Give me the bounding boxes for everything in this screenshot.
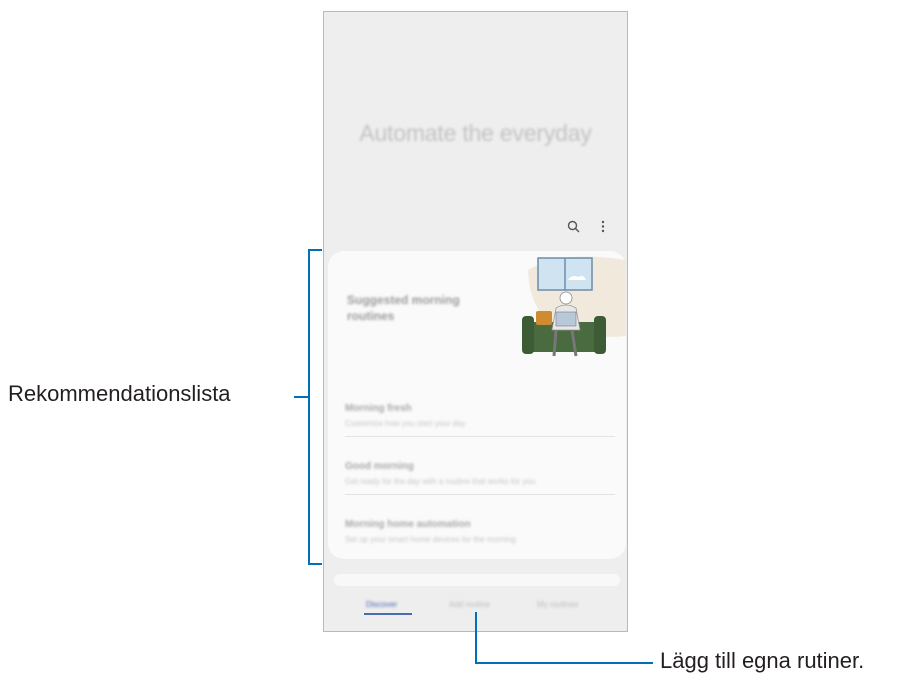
tab-discover[interactable]: Discover [366,600,397,609]
list-item-subtitle: Get ready for the day with a routine tha… [345,477,536,486]
list-item[interactable]: Morning fresh Customize how you start yo… [345,403,615,428]
list-item-title: Morning fresh [345,403,412,414]
recommendation-list-label: Rekommendationslista [8,381,231,406]
callout-bracket-bottom [308,563,322,565]
divider [345,494,615,495]
callout-line-horizontal [475,662,653,664]
card-title: Suggested morning routines [347,293,460,323]
recommendation-card: Suggested morning routines Morning fresh… [328,251,626,559]
hero-title: Automate the everyday [359,120,592,146]
tab-add-routine[interactable]: Add routine [449,600,490,609]
phone-screen: Automate the everyday Suggested morning … [323,11,628,632]
callout-line [294,396,308,398]
top-actions [565,218,611,234]
callout-bracket [308,249,310,565]
callout-line-vertical [475,612,477,664]
more-vert-icon[interactable] [595,218,611,234]
list-item-subtitle: Customize how you start your day [345,419,466,428]
active-tab-indicator [364,613,412,615]
tab-my-routines[interactable]: My routines [537,600,578,609]
second-card [334,574,620,586]
search-icon[interactable] [565,218,581,234]
morning-illustration-icon [522,256,626,357]
divider [345,436,615,437]
list-item[interactable]: Morning home automation Set up your smar… [345,519,615,544]
list-item[interactable]: Good morning Get ready for the day with … [345,461,615,486]
add-routine-label: Lägg till egna rutiner. [660,648,865,673]
callout-bracket-top [308,249,322,251]
list-item-title: Morning home automation [345,519,471,530]
list-item-title: Good morning [345,461,414,472]
list-item-subtitle: Set up your smart home devices for the m… [345,535,516,544]
